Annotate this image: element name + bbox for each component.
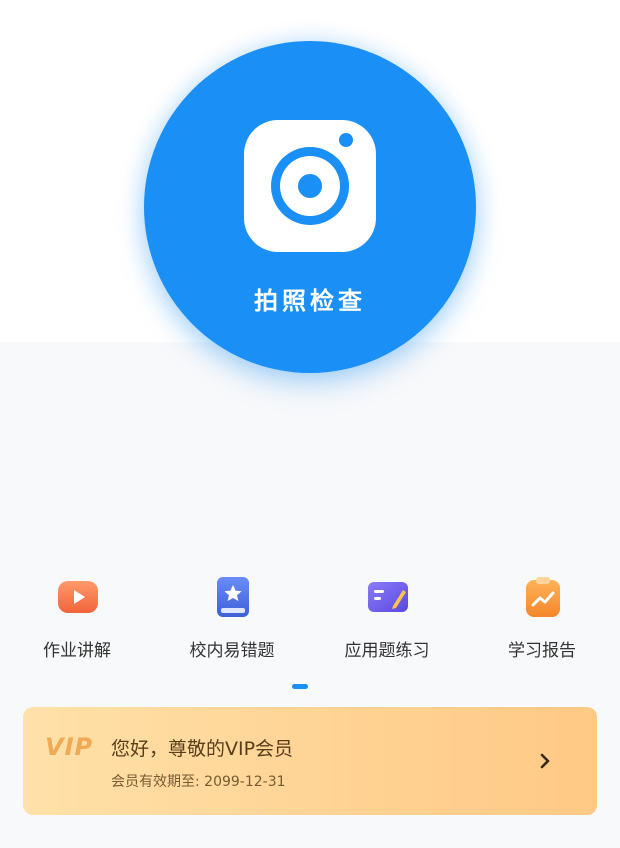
feature-label: 作业讲解 bbox=[43, 641, 111, 661]
vip-banner[interactable]: VIP 您好，尊敬的VIP会员 会员有效期至: 2099-12-31 bbox=[23, 707, 597, 815]
vip-expiry-date: 会员有效期至: 2099-12-31 bbox=[111, 774, 286, 790]
feature-school-mistakes[interactable]: 校内易错题 bbox=[157, 572, 307, 672]
vip-logo: VIP bbox=[45, 733, 94, 761]
star-book-icon bbox=[217, 577, 249, 617]
page-indicator bbox=[292, 684, 308, 689]
feature-grid: 作业讲解 校内易错题 应用题练习 学习报告 bbox=[0, 572, 620, 672]
trend-clipboard-icon bbox=[526, 577, 560, 617]
feature-word-problems[interactable]: 应用题练习 bbox=[312, 572, 462, 672]
feature-homework-explain[interactable]: 作业讲解 bbox=[2, 572, 152, 672]
photo-check-label: 拍照检查 bbox=[254, 287, 366, 315]
photo-check-button[interactable]: 拍照检查 bbox=[144, 41, 476, 373]
play-video-icon bbox=[58, 581, 98, 613]
pencil-card-icon bbox=[368, 582, 408, 612]
feature-label: 校内易错题 bbox=[189, 641, 275, 661]
chevron-right-icon bbox=[540, 753, 550, 769]
feature-label: 学习报告 bbox=[508, 641, 576, 661]
feature-study-report[interactable]: 学习报告 bbox=[467, 572, 617, 672]
vip-greeting: 您好，尊敬的VIP会员 bbox=[111, 738, 294, 760]
camera-icon bbox=[244, 120, 376, 252]
feature-label: 应用题练习 bbox=[344, 641, 430, 661]
